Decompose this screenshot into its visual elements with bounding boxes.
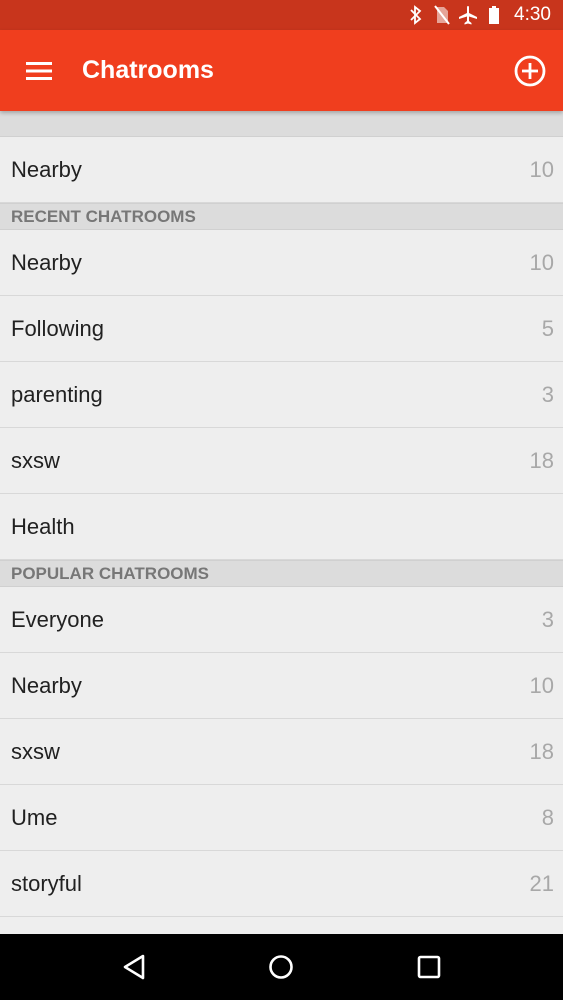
hamburger-menu-icon [26,61,52,80]
chatroom-list: Nearby 10 RECENT CHATROOMS Nearby 10 Fol… [0,111,563,934]
chatroom-name: Everyone [11,606,104,632]
back-button[interactable] [104,937,164,997]
chatroom-name: sxsw [11,447,60,473]
popular-chatroom-row[interactable]: sxsw 18 [0,719,563,785]
menu-button[interactable] [14,46,64,96]
chatroom-name: sxsw [11,738,60,764]
battery-icon [484,5,504,25]
chatroom-count: 10 [529,250,554,275]
chatroom-count: 3 [541,607,554,632]
chatroom-name: Nearby [11,156,82,182]
chatroom-name: parenting [11,381,103,407]
chatroom-name: Health [11,513,75,539]
recent-chatroom-row[interactable]: parenting 3 [0,362,563,428]
chatroom-name: Following [11,315,104,341]
home-icon [269,955,294,979]
recent-chatroom-row[interactable]: Nearby 10 [0,230,563,296]
recent-chatroom-row[interactable]: sxsw 18 [0,428,563,494]
add-circle-icon [514,55,546,86]
popular-chatroom-row[interactable]: Everyone 3 [0,587,563,653]
recent-chatroom-row[interactable]: Following 5 [0,296,563,362]
recent-chatrooms-header: RECENT CHATROOMS [0,203,563,230]
popular-chatroom-row[interactable]: storyful 21 [0,851,563,917]
chatroom-name: Ume [11,804,58,830]
chatroom-name: Nearby [11,672,82,698]
chatroom-count: 5 [541,316,554,341]
chatroom-name: storyful [11,870,82,896]
chatroom-name: Nearby [11,249,82,275]
recents-icon [417,955,441,979]
airplane-icon [458,5,478,25]
chatroom-row-nearby-top[interactable]: Nearby 10 [0,137,563,203]
recent-chatroom-row[interactable]: Health [0,494,563,560]
app-bar: Chatrooms [0,30,563,111]
bluetooth-icon [406,5,426,25]
no-sim-icon [432,5,452,25]
recents-button[interactable] [399,937,459,997]
chatroom-count: 10 [529,157,554,182]
status-time: 4:30 [514,4,551,25]
popular-chatroom-row[interactable]: Ume 8 [0,785,563,851]
status-bar: 4:30 [0,0,563,30]
chatroom-count: 10 [529,673,554,698]
chatroom-count: 21 [529,871,554,896]
chatroom-count: 18 [529,448,554,473]
home-button[interactable] [251,937,311,997]
popular-chatroom-row[interactable]: Nearby 10 [0,653,563,719]
list-top-divider [0,111,563,137]
back-icon [123,954,145,980]
add-chatroom-button[interactable] [505,46,555,96]
popular-chatrooms-header: POPULAR CHATROOMS [0,560,563,587]
chatroom-count: 3 [541,382,554,407]
chatroom-count: 8 [541,805,554,830]
system-nav-bar [0,934,563,1000]
chatroom-count: 18 [529,739,554,764]
page-title: Chatrooms [82,56,214,84]
